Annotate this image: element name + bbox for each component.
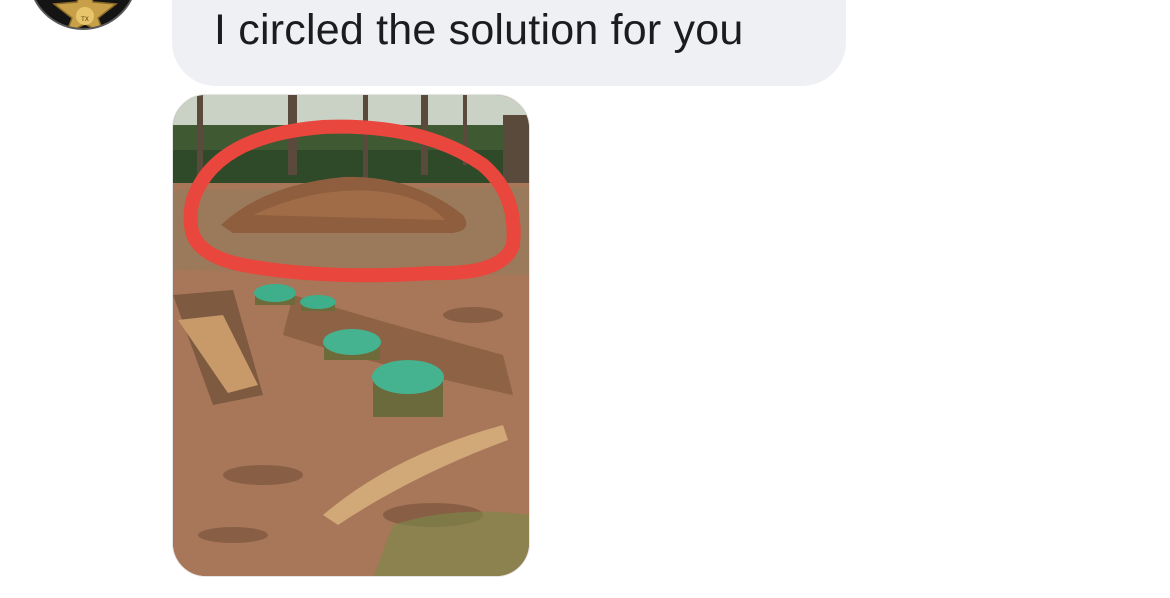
- message-text: I circled the solution for you: [214, 6, 744, 54]
- sheriff-badge-icon: TX: [36, 0, 134, 28]
- photo-image: [173, 95, 529, 576]
- message-photo[interactable]: [172, 94, 530, 577]
- badge-text: TX: [80, 16, 89, 23]
- message-bubble[interactable]: I circled the solution for you: [172, 0, 846, 86]
- sender-avatar[interactable]: TX: [28, 0, 138, 30]
